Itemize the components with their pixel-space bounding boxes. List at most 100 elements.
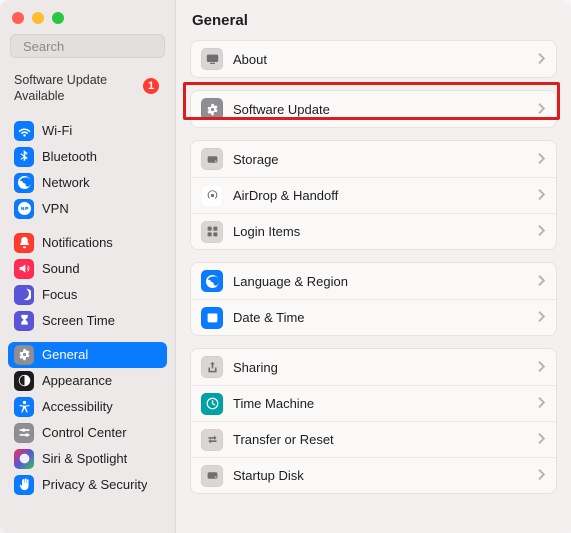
- sidebar-item-accessibility[interactable]: Accessibility: [8, 394, 167, 420]
- sidebar-item-label: Screen Time: [42, 313, 115, 328]
- cell-about[interactable]: About: [191, 41, 556, 77]
- cell-label: Time Machine: [233, 396, 528, 411]
- cell-sharing[interactable]: Sharing: [191, 349, 556, 385]
- chevron-right-icon: [538, 468, 546, 483]
- minimize-window-button[interactable]: [32, 12, 44, 24]
- sidebar-item-label: Appearance: [42, 373, 112, 388]
- cell-label: Language & Region: [233, 274, 528, 289]
- cell-date-time[interactable]: Date & Time: [191, 299, 556, 335]
- clock-icon: [201, 393, 223, 415]
- sidebar-item-notifications[interactable]: Notifications: [8, 230, 167, 256]
- cell-label: Storage: [233, 152, 528, 167]
- sidebar-item-label: Siri & Spotlight: [42, 451, 127, 466]
- cell-group: Software Update: [190, 90, 557, 128]
- sidebar-item-label: Focus: [42, 287, 77, 302]
- chevron-right-icon: [538, 396, 546, 411]
- wifi-icon: [14, 121, 34, 141]
- accessibility-icon: [14, 397, 34, 417]
- appearance-icon: [14, 371, 34, 391]
- disk-icon: [201, 465, 223, 487]
- search-input[interactable]: [23, 39, 176, 54]
- sidebar-item-siri-spotlight[interactable]: Siri & Spotlight: [8, 446, 167, 472]
- airdrop-icon: [201, 185, 223, 207]
- vpn-icon: [14, 199, 34, 219]
- software-update-notice[interactable]: Software Update Available 1: [0, 68, 175, 111]
- cell-language-region[interactable]: Language & Region: [191, 263, 556, 299]
- sidebar-item-label: VPN: [42, 201, 69, 216]
- search-field[interactable]: [10, 34, 165, 58]
- display-icon: [201, 48, 223, 70]
- sidebar-item-label: Wi-Fi: [42, 123, 72, 138]
- sidebar-item-screen-time[interactable]: Screen Time: [8, 308, 167, 334]
- update-notice-line2: Available: [14, 88, 107, 104]
- chevron-right-icon: [538, 360, 546, 375]
- cell-login-items[interactable]: Login Items: [191, 213, 556, 249]
- globe-icon: [201, 270, 223, 292]
- sidebar-nav: Wi-Fi Bluetooth Network VPN Notifications Sou…: [0, 118, 175, 533]
- sidebar-item-vpn[interactable]: VPN: [8, 196, 167, 222]
- sidebar-item-wi-fi[interactable]: Wi-Fi: [8, 118, 167, 144]
- cell-time-machine[interactable]: Time Machine: [191, 385, 556, 421]
- sidebar-item-general[interactable]: General: [8, 342, 167, 368]
- cell-label: Sharing: [233, 360, 528, 375]
- sliders-icon: [14, 423, 34, 443]
- cell-label: Software Update: [233, 102, 528, 117]
- window-controls: [0, 0, 175, 32]
- main-panel: General About Software Update Storage AirDr…: [176, 0, 571, 533]
- cell-storage[interactable]: Storage: [191, 141, 556, 177]
- cell-label: AirDrop & Handoff: [233, 188, 528, 203]
- calendar-icon: [201, 307, 223, 329]
- cell-startup-disk[interactable]: Startup Disk: [191, 457, 556, 493]
- sidebar-item-label: Notifications: [42, 235, 113, 250]
- update-badge: 1: [143, 78, 159, 94]
- page-title: General: [176, 0, 571, 40]
- chevron-right-icon: [538, 52, 546, 67]
- hand-icon: [14, 475, 34, 495]
- cell-label: Login Items: [233, 224, 528, 239]
- sidebar-item-control-center[interactable]: Control Center: [8, 420, 167, 446]
- cell-label: Date & Time: [233, 310, 528, 325]
- globe-icon: [14, 173, 34, 193]
- cell-transfer-or-reset[interactable]: Transfer or Reset: [191, 421, 556, 457]
- sidebar-item-appearance[interactable]: Appearance: [8, 368, 167, 394]
- close-window-button[interactable]: [12, 12, 24, 24]
- sidebar-item-bluetooth[interactable]: Bluetooth: [8, 144, 167, 170]
- chevron-right-icon: [538, 152, 546, 167]
- grid-icon: [201, 221, 223, 243]
- chevron-right-icon: [538, 310, 546, 325]
- cell-group: Storage AirDrop & Handoff Login Items: [190, 140, 557, 250]
- siri-icon: [14, 449, 34, 469]
- chevron-right-icon: [538, 188, 546, 203]
- sidebar-item-label: Sound: [42, 261, 80, 276]
- update-notice-line1: Software Update: [14, 72, 107, 88]
- bell-icon: [14, 233, 34, 253]
- settings-window: Software Update Available 1 Wi-Fi Bluetoo…: [0, 0, 571, 533]
- maximize-window-button[interactable]: [52, 12, 64, 24]
- moon-icon: [14, 285, 34, 305]
- sidebar-item-label: Privacy & Security: [42, 477, 147, 492]
- cell-software-update[interactable]: Software Update: [191, 91, 556, 127]
- sidebar-item-privacy-security[interactable]: Privacy & Security: [8, 472, 167, 498]
- cell-group: Language & Region Date & Time: [190, 262, 557, 336]
- cell-airdrop-handoff[interactable]: AirDrop & Handoff: [191, 177, 556, 213]
- sidebar-item-focus[interactable]: Focus: [8, 282, 167, 308]
- cell-label: Startup Disk: [233, 468, 528, 483]
- gear-icon: [201, 98, 223, 120]
- sidebar-item-label: Accessibility: [42, 399, 113, 414]
- sidebar-item-label: Network: [42, 175, 90, 190]
- speaker-icon: [14, 259, 34, 279]
- gear-icon: [14, 345, 34, 365]
- cell-group: Sharing Time Machine Transfer or Reset Star…: [190, 348, 557, 494]
- chevron-right-icon: [538, 102, 546, 117]
- main-content: About Software Update Storage AirDrop & Han…: [176, 40, 571, 533]
- sidebar-item-label: General: [42, 347, 88, 362]
- chevron-right-icon: [538, 274, 546, 289]
- hourglass-icon: [14, 311, 34, 331]
- sidebar-item-network[interactable]: Network: [8, 170, 167, 196]
- cell-label: Transfer or Reset: [233, 432, 528, 447]
- chevron-right-icon: [538, 432, 546, 447]
- disk-icon: [201, 148, 223, 170]
- share-icon: [201, 356, 223, 378]
- sidebar-item-sound[interactable]: Sound: [8, 256, 167, 282]
- chevron-right-icon: [538, 224, 546, 239]
